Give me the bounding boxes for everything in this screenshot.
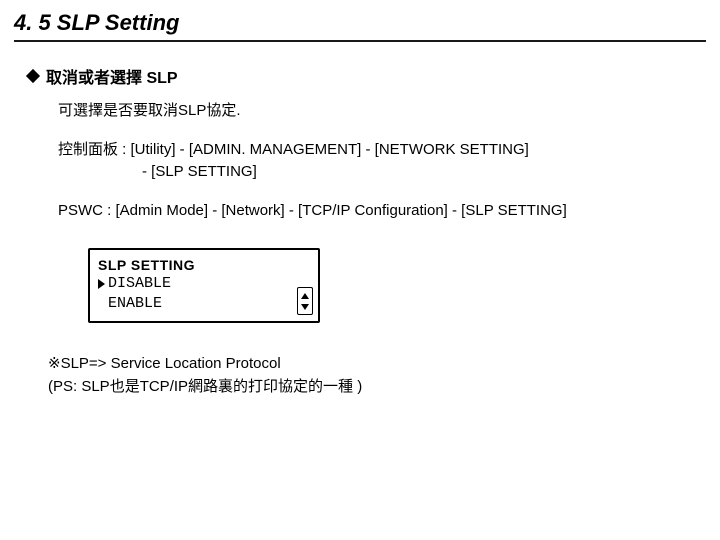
pointer-icon (98, 279, 105, 289)
footnote-line2: (PS: SLP也是TCP/IP網路裏的打印協定的一種 ) (48, 376, 706, 399)
diamond-icon (26, 69, 40, 83)
intro-text: 可選擇是否要取消SLP協定. (58, 100, 706, 123)
section: 取消或者選擇 SLP 可選擇是否要取消SLP協定. 控制面板 : [Utilit… (28, 64, 706, 398)
triangle-up-icon (301, 293, 309, 299)
lcd-option-other: ENABLE (98, 294, 310, 314)
lcd-option-selected: DISABLE (98, 274, 310, 294)
control-panel-path-sub: - [SLP SETTING] (142, 161, 706, 184)
lcd-option-selected-label: DISABLE (108, 274, 171, 294)
footnote-line1: ※SLP=> Service Location Protocol (48, 353, 706, 376)
lcd-scroll-indicator (297, 287, 313, 315)
title-row: 4. 5 SLP Setting (14, 10, 706, 42)
triangle-down-icon (301, 304, 309, 310)
lcd-panel: SLP SETTING DISABLE ENABLE (88, 248, 320, 323)
section-heading: 取消或者選擇 SLP (46, 64, 178, 88)
control-panel-path: 控制面板 : [Utility] - [ADMIN. MANAGEMENT] -… (58, 139, 706, 162)
section-heading-row: 取消或者選擇 SLP (28, 64, 706, 88)
section-body: 可選擇是否要取消SLP協定. 控制面板 : [Utility] - [ADMIN… (58, 100, 706, 222)
lcd-screenshot: SLP SETTING DISABLE ENABLE (88, 248, 320, 323)
pswc-path: PSWC : [Admin Mode] - [Network] - [TCP/I… (58, 200, 706, 223)
lcd-title: SLP SETTING (98, 256, 310, 274)
lcd-option-other-label: ENABLE (108, 294, 162, 314)
page: 4. 5 SLP Setting 取消或者選擇 SLP 可選擇是否要取消SLP協… (0, 0, 720, 398)
page-title: 4. 5 SLP Setting (14, 10, 179, 35)
footnote: ※SLP=> Service Location Protocol (PS: SL… (48, 353, 706, 398)
